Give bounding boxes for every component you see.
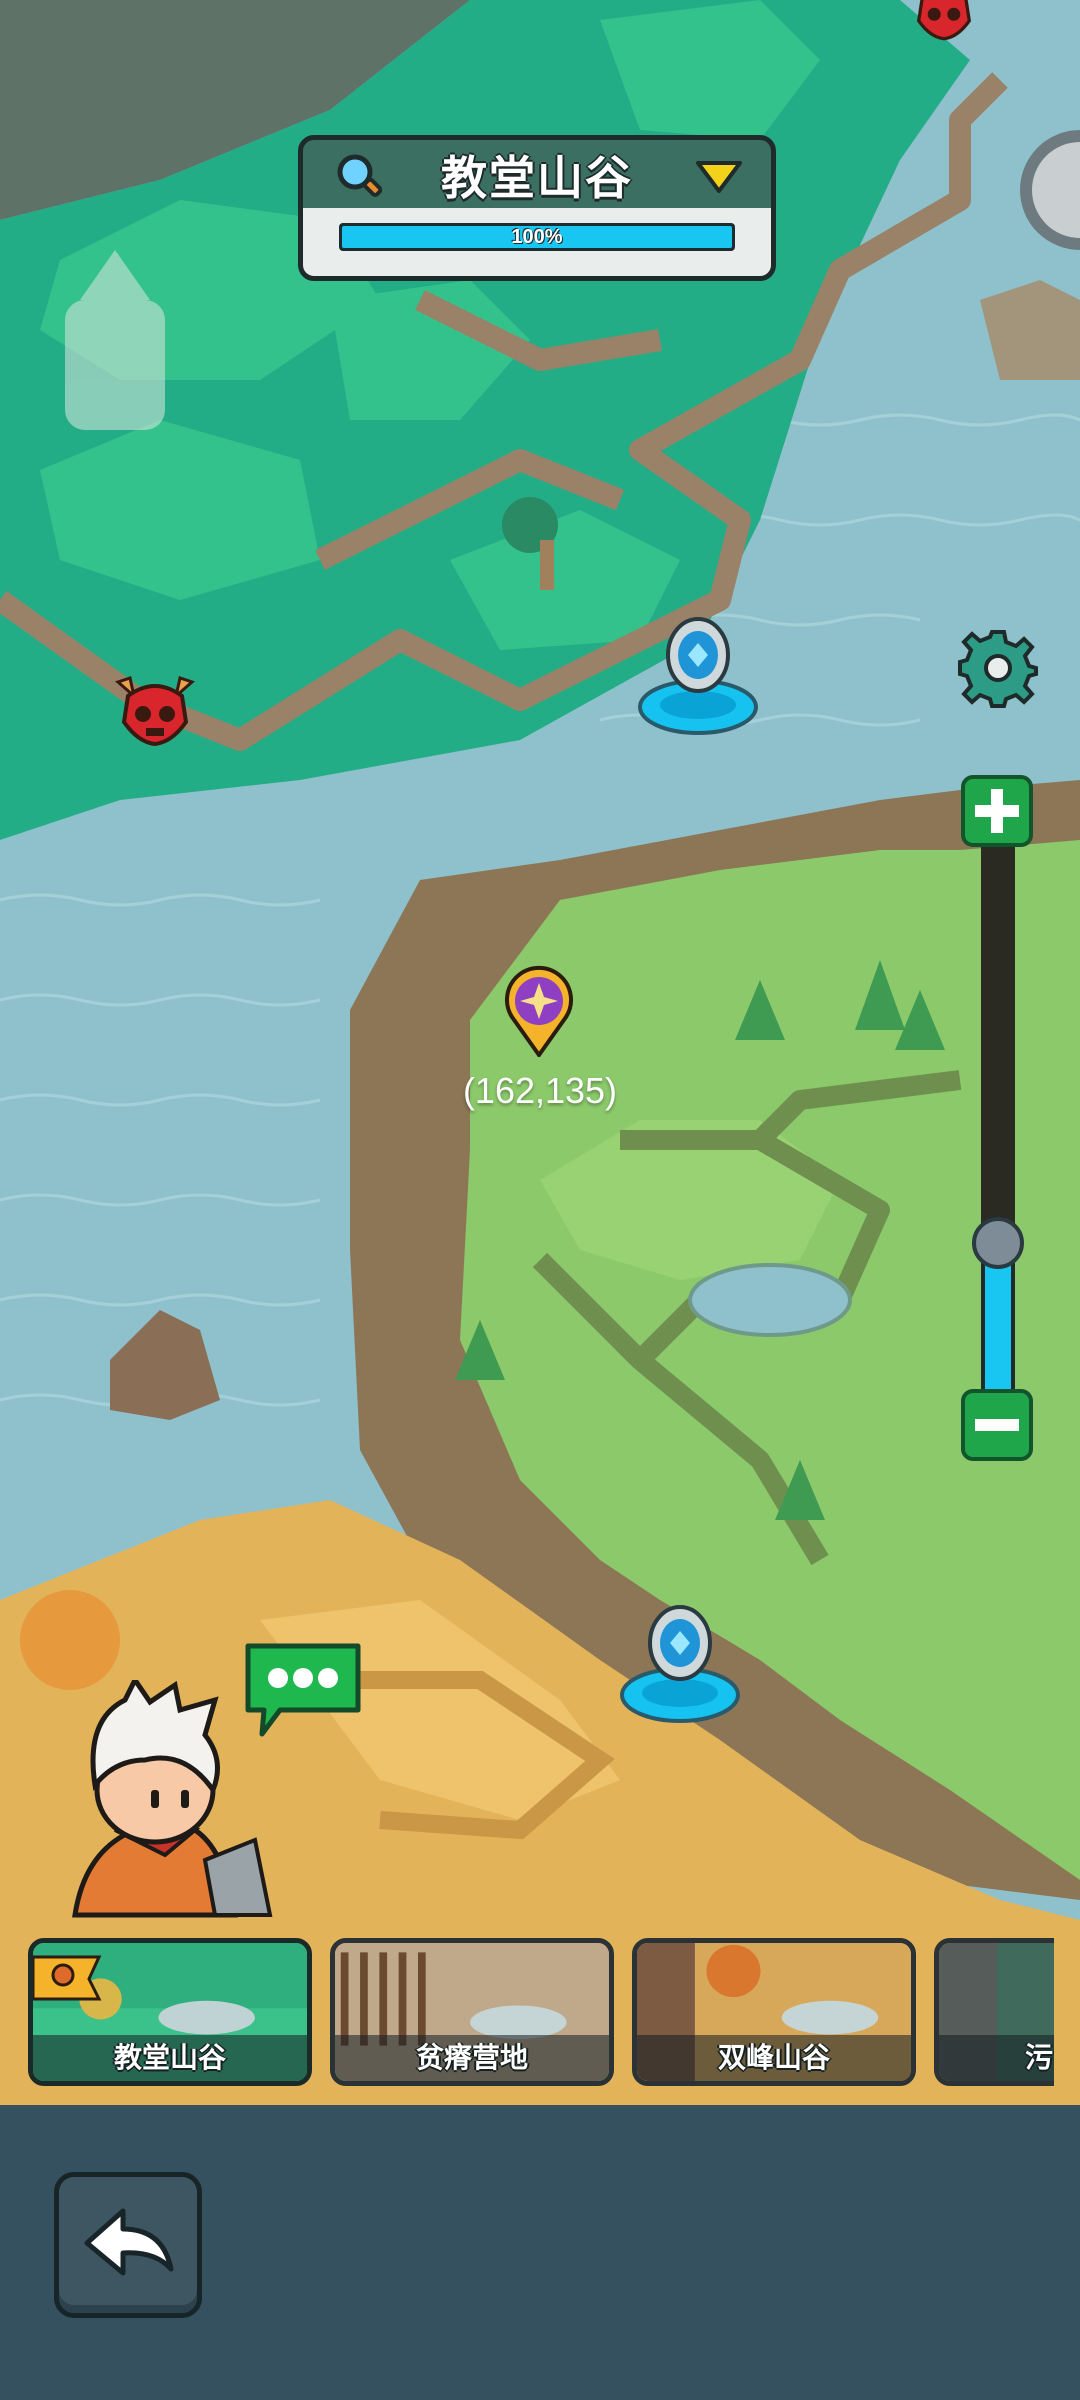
gear-icon[interactable]	[958, 628, 1038, 708]
region-carousel[interactable]: 教堂山谷 贫瘠营地 双峰山谷 污	[24, 1938, 1054, 2088]
minus-icon	[975, 1419, 1019, 1431]
zoom-slider[interactable]	[960, 775, 1036, 1465]
location-pin-icon	[33, 1953, 103, 2008]
region-card-chapel-valley[interactable]: 教堂山谷	[28, 1938, 312, 2086]
region-progress-bar: 100%	[339, 223, 735, 251]
coordinate-label: (162,135)	[462, 1070, 618, 1111]
demon-skull-icon[interactable]	[112, 672, 198, 753]
region-progress-label: 100%	[511, 226, 563, 248]
region-card-label: 教堂山谷	[33, 2035, 307, 2081]
search-icon[interactable]	[333, 150, 385, 207]
region-card-label: 污	[939, 2035, 1054, 2081]
region-card-polluted[interactable]: 污	[934, 1938, 1054, 2086]
region-card-label: 双峰山谷	[637, 2035, 911, 2081]
world-map[interactable]: (162,135) 教堂山谷 100% 教堂山谷 贫瘠营地 双峰山谷 污	[0, 0, 1080, 2105]
location-pin-icon[interactable]	[502, 965, 576, 1062]
speech-bubble-icon[interactable]	[240, 1640, 366, 1743]
zoom-track[interactable]	[981, 847, 1015, 1397]
region-card-barren-camp[interactable]: 贫瘠营地	[330, 1938, 614, 2086]
chevron-down-icon[interactable]	[695, 160, 743, 199]
region-card-label: 贫瘠营地	[335, 2035, 609, 2081]
zoom-out-button[interactable]	[961, 1389, 1033, 1461]
portal-icon[interactable]	[618, 1603, 742, 1728]
portal-icon[interactable]	[636, 615, 760, 740]
region-title: 教堂山谷	[441, 152, 633, 204]
zoom-handle[interactable]	[972, 1217, 1024, 1269]
back-arrow-icon	[84, 2208, 174, 2276]
region-progress-fill: 100%	[342, 226, 732, 248]
plus-icon	[975, 789, 1019, 833]
back-button[interactable]	[54, 2172, 202, 2318]
demon-skull-icon[interactable]	[906, 0, 982, 47]
zoom-in-button[interactable]	[961, 775, 1033, 847]
region-card-twin-peaks-valley[interactable]: 双峰山谷	[632, 1938, 916, 2086]
region-panel[interactable]: 教堂山谷 100%	[298, 135, 776, 281]
